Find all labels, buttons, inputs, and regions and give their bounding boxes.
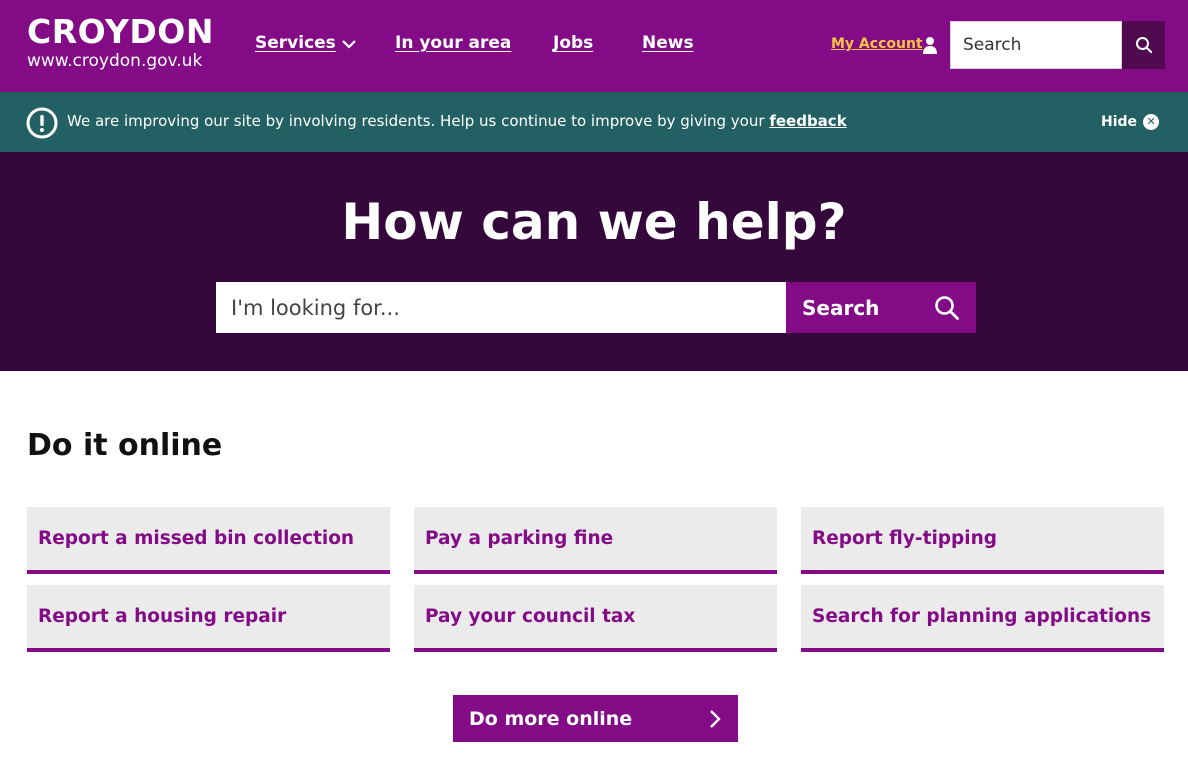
hero-search-input[interactable] bbox=[216, 282, 786, 333]
nav-jobs[interactable]: Jobs bbox=[553, 33, 593, 53]
tile-report-housing-repair[interactable]: Report a housing repair bbox=[27, 585, 390, 652]
section-title: Do it online bbox=[27, 428, 223, 463]
chevron-right-icon bbox=[710, 709, 721, 728]
tile-pay-parking-fine[interactable]: Pay a parking fine bbox=[414, 507, 777, 574]
feedback-banner: We are improving our site by involving r… bbox=[0, 92, 1188, 152]
user-icon[interactable] bbox=[922, 36, 938, 54]
tile-pay-council-tax[interactable]: Pay your council tax bbox=[414, 585, 777, 652]
tile-report-fly-tipping[interactable]: Report fly-tipping bbox=[801, 507, 1164, 574]
croydon-logo[interactable]: CROYDON www.croydon.gov.uk bbox=[27, 12, 214, 72]
do-more-online-button[interactable]: Do more online bbox=[453, 695, 738, 742]
logo-name: CROYDON bbox=[27, 12, 214, 51]
logo-url: www.croydon.gov.uk bbox=[27, 51, 203, 71]
exclamation-circle-icon bbox=[26, 107, 58, 139]
hide-label: Hide bbox=[1101, 114, 1138, 130]
hero-section: How can we help? Search bbox=[0, 152, 1188, 371]
search-icon bbox=[1135, 37, 1152, 54]
tile-report-missed-bin[interactable]: Report a missed bin collection bbox=[27, 507, 390, 574]
close-icon: ✕ bbox=[1143, 114, 1160, 130]
feedback-link[interactable]: feedback bbox=[769, 112, 846, 130]
hide-banner-button[interactable]: Hide ✕ bbox=[1101, 114, 1160, 130]
hero-search-button[interactable]: Search bbox=[786, 282, 976, 333]
banner-message-text: We are improving our site by involving r… bbox=[67, 112, 765, 130]
nav-services[interactable]: Services bbox=[255, 33, 336, 53]
chevron-down-icon[interactable] bbox=[341, 38, 357, 50]
my-account-link[interactable]: My Account bbox=[831, 36, 923, 52]
tile-search-planning-applications[interactable]: Search for planning applications bbox=[801, 585, 1164, 652]
site-header: CROYDON www.croydon.gov.uk Services In y… bbox=[0, 0, 1188, 92]
do-more-online-label: Do more online bbox=[469, 707, 633, 730]
hero-title: How can we help? bbox=[341, 193, 847, 251]
nav-news[interactable]: News bbox=[642, 33, 694, 53]
hero-search-label: Search bbox=[802, 295, 880, 320]
nav-in-your-area[interactable]: In your area bbox=[395, 33, 511, 53]
banner-message: We are improving our site by involving r… bbox=[67, 112, 847, 130]
search-icon bbox=[935, 295, 959, 320]
header-search-button[interactable] bbox=[1122, 21, 1165, 69]
header-search-input[interactable] bbox=[950, 21, 1122, 69]
